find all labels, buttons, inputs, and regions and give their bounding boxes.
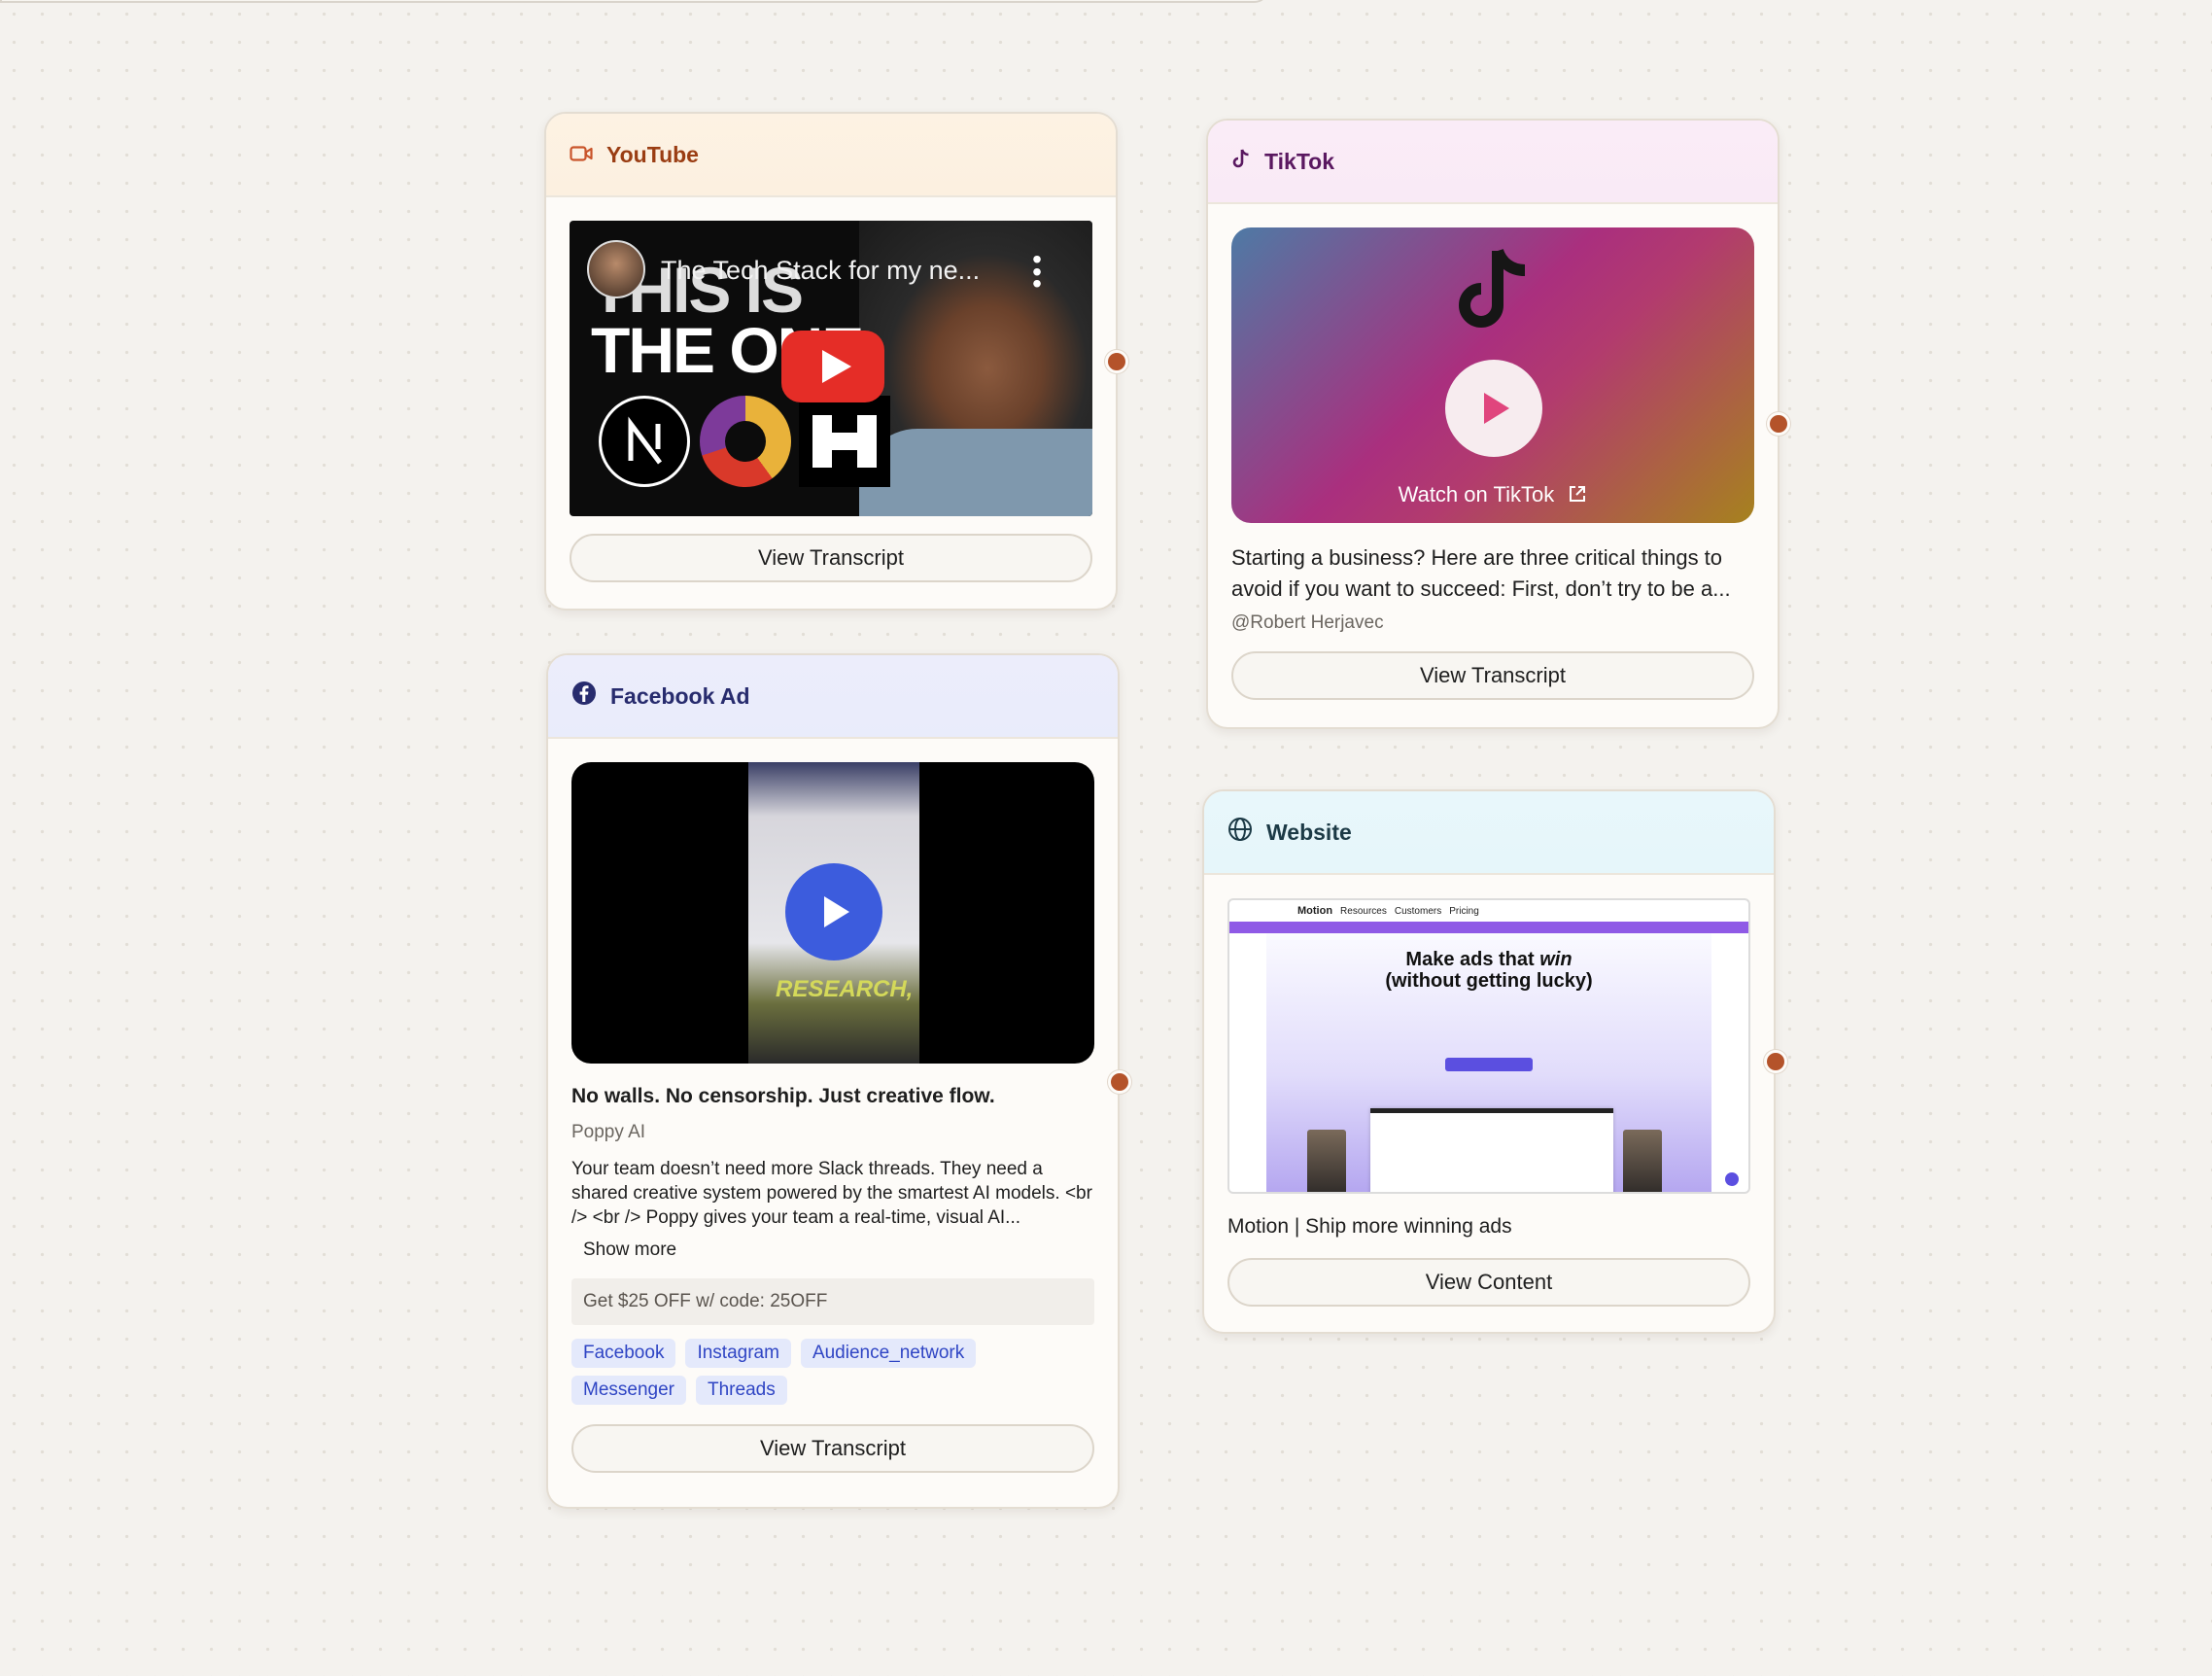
- youtube-card[interactable]: YouTube THIS IS THE ONE The Tech Stack f…: [544, 112, 1118, 611]
- ad-page-name: Poppy AI: [571, 1122, 646, 1142]
- platform-tag: Threads: [696, 1376, 787, 1405]
- ad-headline: No walls. No censorship. Just creative f…: [571, 1085, 995, 1107]
- channel-avatar[interactable]: [587, 240, 645, 298]
- video-camera-icon: [570, 142, 593, 168]
- platform-tag: Audience_network: [800, 1339, 977, 1368]
- youtube-connection-handle[interactable]: [1105, 350, 1128, 373]
- facebook-icon: [571, 681, 597, 712]
- nextjs-logo-icon: [599, 396, 690, 487]
- platform-tag: Messenger: [571, 1376, 686, 1405]
- promo-code-box: Get $25 OFF w/ code: 25OFF: [571, 1278, 1094, 1325]
- tiktok-connection-handle[interactable]: [1767, 412, 1790, 436]
- preview-nav-item: Pricing: [1449, 905, 1479, 917]
- preview-headline-part: Make ads that: [1405, 949, 1535, 970]
- website-view-content-button[interactable]: View Content: [1227, 1258, 1750, 1307]
- preview-headline-win: win: [1539, 949, 1573, 970]
- preview-nav-item: Customers: [1394, 905, 1442, 917]
- youtube-card-header: YouTube: [546, 114, 1116, 197]
- website-card[interactable]: Website Motion Resources Customers Prici…: [1202, 789, 1776, 1334]
- youtube-card-label: YouTube: [606, 141, 699, 167]
- facebook-card-label: Facebook Ad: [610, 682, 750, 709]
- globe-icon: [1227, 817, 1253, 848]
- tiktok-card-label: TikTok: [1264, 148, 1334, 174]
- website-preview-screenshot[interactable]: Motion Resources Customers Pricing Make …: [1227, 898, 1750, 1194]
- website-card-label: Website: [1266, 819, 1352, 845]
- preview-ad-thumb: [1623, 1130, 1662, 1192]
- video-thumbnail-shirt: [859, 429, 1092, 516]
- facebook-ad-card[interactable]: Facebook Ad RESEARCH, No walls. No censo…: [546, 653, 1120, 1509]
- youtube-view-transcript-button[interactable]: View Transcript: [570, 534, 1092, 582]
- preview-cta: [1445, 1058, 1533, 1071]
- chat-bubble-icon: [1725, 1172, 1739, 1186]
- preview-ad-thumb: [1307, 1130, 1346, 1192]
- tiktok-logo-icon: [1455, 245, 1533, 337]
- website-card-header: Website: [1204, 791, 1774, 875]
- website-title: Motion | Ship more winning ads: [1227, 1215, 1512, 1238]
- facebook-play-button-icon[interactable]: [785, 863, 882, 960]
- watch-on-tiktok-label: Watch on TikTok: [1398, 482, 1555, 506]
- facebook-card-header: Facebook Ad: [548, 655, 1118, 739]
- preview-dashboard: [1370, 1108, 1613, 1192]
- platform-tag: Instagram: [685, 1339, 791, 1368]
- facebook-video-player[interactable]: RESEARCH,: [571, 762, 1094, 1064]
- show-more-button[interactable]: Show more: [571, 1240, 676, 1261]
- more-options-icon[interactable]: • • •: [1032, 246, 1042, 297]
- preview-nav: Motion Resources Customers Pricing: [1229, 900, 1748, 922]
- tiktok-author: @Robert Herjavec: [1231, 612, 1384, 633]
- preview-nav-item: Resources: [1340, 905, 1387, 917]
- tiktok-view-transcript-button[interactable]: View Transcript: [1231, 651, 1754, 700]
- facebook-view-transcript-button[interactable]: View Transcript: [571, 1424, 1094, 1473]
- square-logo-icon: [799, 396, 890, 487]
- youtube-video-player[interactable]: THIS IS THE ONE The Tech Stack for my ne…: [570, 221, 1092, 516]
- platform-tags: Facebook Instagram Audience_network Mess…: [571, 1339, 999, 1405]
- preview-headline: Make ads that win (without getting lucky…: [1229, 949, 1748, 992]
- video-title[interactable]: The Tech Stack for my ne...: [661, 256, 980, 286]
- platform-tag: Facebook: [571, 1339, 676, 1368]
- facebook-connection-handle[interactable]: [1108, 1070, 1131, 1094]
- tiktok-play-button-icon[interactable]: [1445, 360, 1542, 457]
- preview-brand: Motion: [1297, 905, 1333, 917]
- tiktok-note-icon: [1231, 148, 1251, 175]
- preview-headline-part: (without getting lucky): [1385, 970, 1593, 992]
- canvas-top-panel-edge: [0, 0, 1268, 3]
- circle-logo-icon: [700, 396, 791, 487]
- website-connection-handle[interactable]: [1764, 1050, 1787, 1073]
- watch-on-tiktok-link[interactable]: Watch on TikTok: [1231, 482, 1754, 507]
- preview-banner: [1229, 922, 1748, 933]
- tiktok-video-player[interactable]: Watch on TikTok: [1231, 227, 1754, 523]
- tiktok-card-header: TikTok: [1208, 121, 1778, 204]
- external-link-icon: [1560, 482, 1587, 506]
- tiktok-description: Starting a business? Here are three crit…: [1231, 545, 1731, 601]
- ad-description: Your team doesn’t need more Slack thread…: [571, 1159, 1092, 1228]
- video-overlay-text: RESEARCH,: [776, 976, 914, 1002]
- tiktok-card[interactable]: TikTok Watch on TikTok Starting a busine…: [1206, 119, 1780, 729]
- youtube-play-button-icon[interactable]: [781, 331, 884, 402]
